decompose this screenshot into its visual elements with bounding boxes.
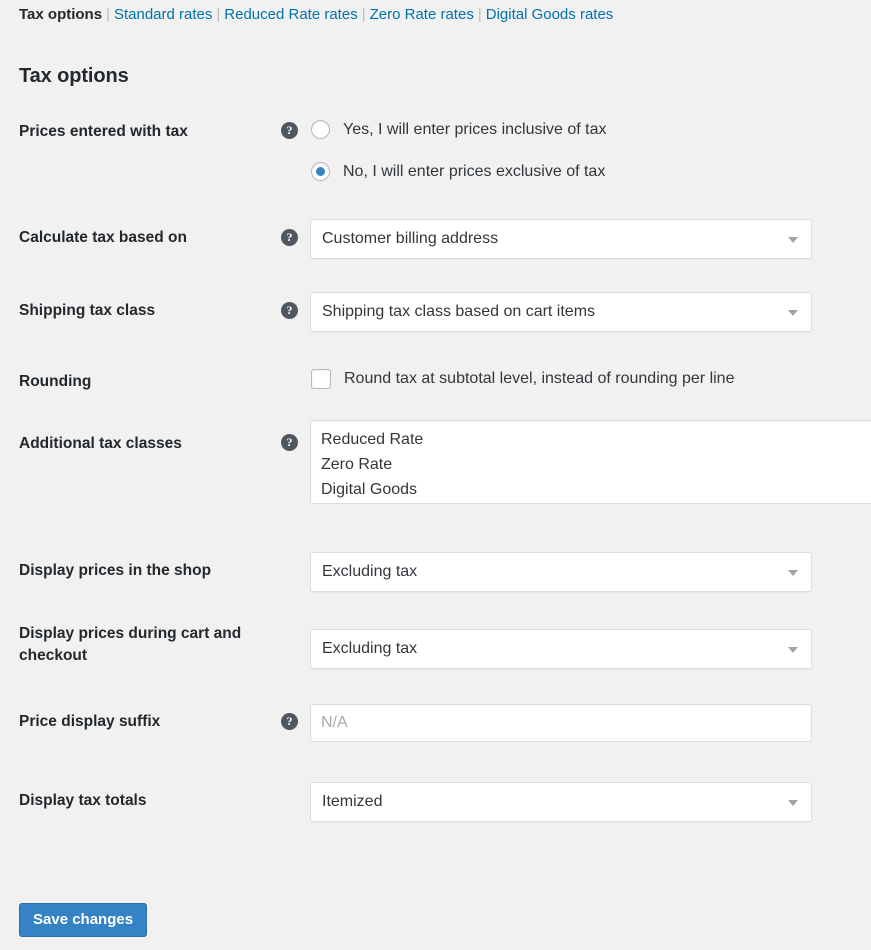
select-calculate-tax-based-on[interactable]: Customer billing address bbox=[310, 219, 812, 259]
radio-inclusive-input[interactable] bbox=[311, 120, 330, 139]
select-display-prices-shop[interactable]: Excluding tax bbox=[310, 552, 812, 592]
subnav-separator: | bbox=[212, 6, 224, 23]
help-icon[interactable]: ? bbox=[281, 434, 298, 451]
radio-option-prices-inclusive[interactable]: Yes, I will enter prices inclusive of ta… bbox=[311, 120, 607, 139]
row-prices-entered-with-tax: Prices entered with tax ? Yes, I will en… bbox=[0, 105, 871, 197]
save-button[interactable]: Save changes bbox=[19, 903, 147, 937]
label-price-display-suffix: Price display suffix bbox=[19, 711, 274, 733]
label-display-tax-totals: Display tax totals bbox=[19, 790, 274, 812]
label-additional-tax-classes: Additional tax classes bbox=[19, 433, 274, 455]
select-value: Customer billing address bbox=[322, 220, 498, 258]
tax-options-form: Prices entered with tax ? Yes, I will en… bbox=[0, 105, 871, 834]
tax-options-page: Tax options|Standard rates|Reduced Rate … bbox=[0, 0, 871, 950]
chevron-down-icon bbox=[788, 237, 798, 243]
textarea-additional-tax-classes[interactable]: Reduced Rate Zero Rate Digital Goods bbox=[310, 420, 871, 504]
chevron-down-icon bbox=[788, 800, 798, 806]
subnav-separator: | bbox=[102, 6, 114, 23]
radio-exclusive-label: No, I will enter prices exclusive of tax bbox=[343, 163, 605, 181]
select-value: Itemized bbox=[322, 783, 382, 821]
subnav-separator: | bbox=[358, 6, 370, 23]
help-icon[interactable]: ? bbox=[281, 229, 298, 246]
row-display-prices-cart: Display prices during cart and checkout … bbox=[0, 603, 871, 684]
row-rounding: Rounding Round tax at subtotal level, in… bbox=[0, 343, 871, 418]
row-additional-tax-classes: Additional tax classes ? Reduced Rate Ze… bbox=[0, 418, 871, 530]
row-display-prices-shop: Display prices in the shop Excluding tax bbox=[0, 530, 871, 603]
label-display-prices-cart: Display prices during cart and checkout bbox=[19, 623, 274, 667]
input-price-display-suffix[interactable]: N/A bbox=[310, 704, 812, 742]
chevron-down-icon bbox=[788, 647, 798, 653]
rounding-checkbox-label: Round tax at subtotal level, instead of … bbox=[344, 370, 734, 388]
subnav-item-reduced-rate-rates[interactable]: Reduced Rate rates bbox=[224, 6, 357, 23]
label-display-prices-shop: Display prices in the shop bbox=[19, 560, 274, 582]
subnav-item-tax-options[interactable]: Tax options bbox=[19, 6, 102, 23]
chevron-down-icon bbox=[788, 310, 798, 316]
help-icon[interactable]: ? bbox=[281, 122, 298, 139]
label-prices-entered-with-tax: Prices entered with tax bbox=[19, 121, 274, 143]
select-value: Excluding tax bbox=[322, 553, 417, 591]
select-display-prices-cart[interactable]: Excluding tax bbox=[310, 629, 812, 669]
row-display-tax-totals: Display tax totals Itemized bbox=[0, 761, 871, 834]
row-price-display-suffix: Price display suffix ? N/A bbox=[0, 684, 871, 761]
page-title: Tax options bbox=[19, 65, 129, 88]
row-shipping-tax-class: Shipping tax class ? Shipping tax class … bbox=[0, 270, 871, 343]
checkbox-option-rounding[interactable]: Round tax at subtotal level, instead of … bbox=[311, 369, 734, 389]
subnav-item-digital-goods-rates[interactable]: Digital Goods rates bbox=[486, 6, 614, 23]
subnav-separator: | bbox=[474, 6, 486, 23]
radio-inclusive-label: Yes, I will enter prices inclusive of ta… bbox=[343, 121, 607, 139]
help-icon[interactable]: ? bbox=[281, 713, 298, 730]
rounding-checkbox-input[interactable] bbox=[311, 369, 331, 389]
label-calculate-tax-based-on: Calculate tax based on bbox=[19, 227, 274, 249]
subnav-item-standard-rates[interactable]: Standard rates bbox=[114, 6, 212, 23]
help-icon[interactable]: ? bbox=[281, 302, 298, 319]
radio-exclusive-input[interactable] bbox=[311, 162, 330, 181]
label-shipping-tax-class: Shipping tax class bbox=[19, 300, 274, 322]
row-calculate-tax-based-on: Calculate tax based on ? Customer billin… bbox=[0, 197, 871, 270]
select-value: Shipping tax class based on cart items bbox=[322, 293, 595, 331]
select-shipping-tax-class[interactable]: Shipping tax class based on cart items bbox=[310, 292, 812, 332]
label-rounding: Rounding bbox=[19, 371, 274, 393]
select-value: Excluding tax bbox=[322, 630, 417, 668]
select-display-tax-totals[interactable]: Itemized bbox=[310, 782, 812, 822]
radio-option-prices-exclusive[interactable]: No, I will enter prices exclusive of tax bbox=[311, 162, 607, 181]
subnav-item-zero-rate-rates[interactable]: Zero Rate rates bbox=[370, 6, 474, 23]
settings-subnav: Tax options|Standard rates|Reduced Rate … bbox=[19, 5, 613, 25]
chevron-down-icon bbox=[788, 570, 798, 576]
